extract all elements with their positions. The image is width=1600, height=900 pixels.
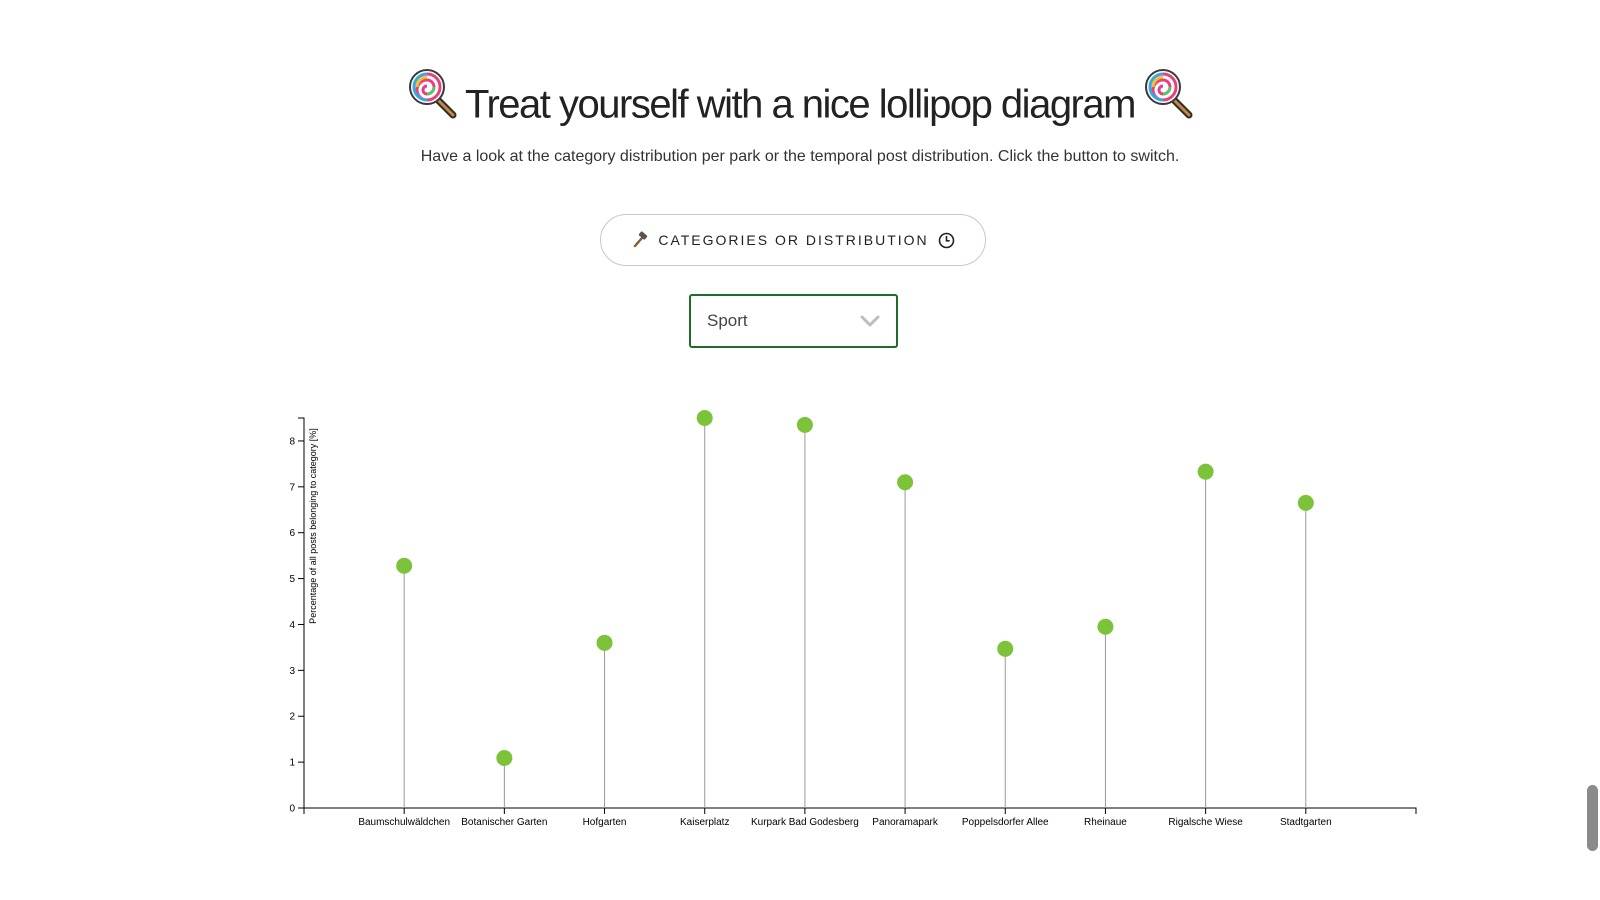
- y-tick-label: 6: [289, 528, 295, 539]
- y-tick-label: 7: [289, 482, 295, 493]
- lollipop-dot: [1097, 618, 1114, 635]
- y-tick-label: 3: [289, 666, 295, 677]
- x-tick-label: Rigalsche Wiese: [1168, 817, 1243, 828]
- y-tick-label: 1: [289, 758, 295, 769]
- lollipop-dot: [796, 416, 813, 433]
- lollipop-dot: [696, 410, 713, 426]
- lollipop-dot: [1297, 494, 1314, 511]
- x-axis: Baumschulwäldchen Botanischer Garten Hofga…: [303, 807, 1417, 828]
- lollipop-dot: [1197, 463, 1214, 480]
- x-tick-label: Panoramapark: [872, 817, 939, 828]
- x-tick-label: Poppelsdorfer Allee: [962, 817, 1049, 828]
- y-tick-label: 0: [289, 804, 295, 815]
- lollipop-dot: [997, 640, 1014, 657]
- x-tick-label: Stadtgarten: [1280, 817, 1332, 828]
- lollipop-stems: [403, 418, 1307, 808]
- y-tick-label: 2: [289, 712, 295, 723]
- y-tick-label: 8: [289, 436, 295, 447]
- lollipop-dot: [897, 474, 914, 491]
- y-axis: 0 1 2 3 4 5 6 7 8: [289, 417, 305, 815]
- lollipop-dot: [396, 557, 413, 574]
- lollipop-dots: [396, 410, 1314, 766]
- y-tick-label: 5: [289, 574, 295, 585]
- x-tick-label: Rheinaue: [1084, 817, 1127, 828]
- x-tick-label: Hofgarten: [583, 817, 627, 828]
- page-scrollbar[interactable]: [1587, 785, 1598, 851]
- x-tick-label: Botanischer Garten: [461, 817, 547, 828]
- x-axis-line: [303, 807, 1417, 814]
- lollipop-dot: [496, 749, 513, 766]
- x-tick-label: Kurpark Bad Godesberg: [751, 817, 859, 828]
- lollipop-dot: [596, 634, 613, 651]
- y-tick-label: 4: [289, 620, 295, 631]
- x-tick-label: Baumschulwäldchen: [358, 817, 450, 828]
- lollipop-chart: 0 1 2 3 4 5 6 7 8 Baumschulwäldchen Botanischer G…: [289, 410, 1417, 828]
- y-axis-line: [298, 417, 305, 809]
- y-axis-label: Percentage of all posts belonging to cat…: [308, 428, 318, 624]
- x-tick-label: Kaiserplatz: [680, 817, 729, 828]
